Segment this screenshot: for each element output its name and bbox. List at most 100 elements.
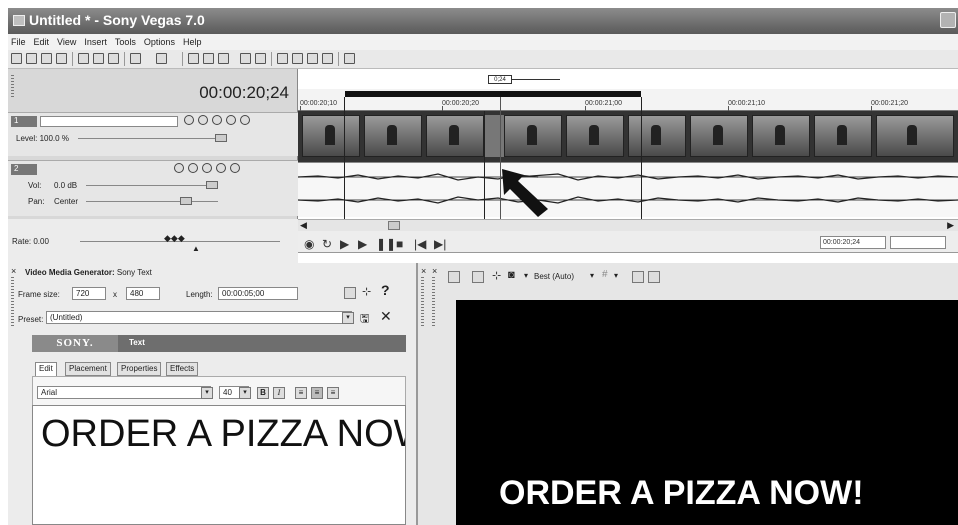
stop-icon[interactable]: ■ <box>396 237 403 251</box>
volume-slider-knob[interactable] <box>206 181 218 189</box>
undo-icon[interactable] <box>130 53 141 64</box>
menu-help[interactable]: Help <box>183 37 202 47</box>
whats-this-help-icon[interactable] <box>344 53 355 64</box>
close-panel-icon[interactable]: × <box>432 266 437 276</box>
frame-width-field[interactable]: 720 <box>72 287 106 300</box>
scroll-right-icon[interactable]: ▶ <box>947 220 954 231</box>
audio-track-lane[interactable] <box>298 162 958 217</box>
solo-icon[interactable] <box>240 115 250 125</box>
cut-icon[interactable] <box>78 53 89 64</box>
close-panel-icon[interactable]: × <box>11 266 16 276</box>
panel-grip[interactable] <box>11 75 14 97</box>
selection-end-field[interactable] <box>890 236 946 249</box>
help-icon[interactable]: ? <box>381 282 390 298</box>
save-preset-icon[interactable]: 🖫 <box>360 310 369 329</box>
quality-dropdown-arrow-icon[interactable]: ▾ <box>590 271 594 280</box>
level-slider-track[interactable] <box>78 138 218 139</box>
save-icon[interactable] <box>41 53 52 64</box>
selection-tool-icon[interactable] <box>307 53 318 64</box>
menu-options[interactable]: Options <box>144 37 175 47</box>
audio-track-header[interactable]: 2 Vol: 0.0 dB Pan: Center <box>8 160 298 216</box>
level-slider-knob[interactable] <box>215 134 227 142</box>
normal-edit-tool-icon[interactable] <box>277 53 288 64</box>
length-field[interactable]: 00:00:05;00 <box>218 287 298 300</box>
panel-grip[interactable] <box>11 277 14 327</box>
open-icon[interactable] <box>26 53 37 64</box>
align-center-icon[interactable]: ≡ <box>311 387 323 399</box>
generator-properties-icon[interactable] <box>344 287 356 299</box>
tab-properties[interactable]: Properties <box>117 362 162 376</box>
save-snapshot-icon[interactable] <box>648 271 660 283</box>
tab-edit[interactable]: Edit <box>35 362 57 377</box>
copy-icon[interactable] <box>93 53 104 64</box>
overlays-icon[interactable]: # <box>602 269 608 280</box>
play-icon[interactable]: ▶ <box>358 237 367 251</box>
loop-playback-icon[interactable]: ↻ <box>322 237 332 251</box>
mute-icon[interactable] <box>216 163 226 173</box>
composite-mode-icon[interactable] <box>212 115 222 125</box>
preset-dropdown-arrow-icon[interactable]: ▾ <box>342 312 354 324</box>
pan-slider-track[interactable] <box>86 201 218 202</box>
split-screen-icon[interactable]: ◙ <box>508 269 515 281</box>
align-left-icon[interactable]: ≡ <box>295 387 307 399</box>
rate-slider-handle-icon[interactable]: ◆◆◆ <box>164 233 185 244</box>
render-icon[interactable] <box>188 53 199 64</box>
menu-edit[interactable]: Edit <box>34 37 50 47</box>
minimize-button[interactable] <box>940 12 956 28</box>
plugin-chain-icon[interactable]: ⊹ <box>362 285 371 298</box>
envelope-tool-icon[interactable] <box>292 53 303 64</box>
tab-effects[interactable]: Effects <box>166 362 199 376</box>
pan-slider-knob[interactable] <box>180 197 192 205</box>
preset-dropdown[interactable]: (Untitled) <box>46 311 352 324</box>
panel-grip[interactable] <box>432 277 435 327</box>
volume-slider-track[interactable] <box>86 185 218 186</box>
go-to-start-icon[interactable]: |◀ <box>414 237 426 251</box>
pause-icon[interactable]: ❚❚ <box>376 237 396 251</box>
record-icon[interactable]: ◉ <box>304 237 314 251</box>
cursor-time-field[interactable]: 00:00:20;24 <box>820 236 886 249</box>
solo-icon[interactable] <box>230 163 240 173</box>
video-fx-icon[interactable]: ⊹ <box>492 269 501 282</box>
copy-snapshot-icon[interactable] <box>632 271 644 283</box>
menu-file[interactable]: File <box>11 37 26 47</box>
menu-view[interactable]: View <box>57 37 76 47</box>
play-from-start-icon[interactable]: ▶ <box>340 237 349 251</box>
align-right-icon[interactable]: ≡ <box>327 387 339 399</box>
panel-grip[interactable] <box>421 277 424 327</box>
scroll-left-icon[interactable]: ◀ <box>300 220 307 231</box>
italic-button[interactable]: I <box>273 387 285 399</box>
go-to-end-icon[interactable]: ▶| <box>434 237 446 251</box>
overlays-dropdown-arrow-icon[interactable]: ▾ <box>614 271 618 280</box>
close-panel-icon[interactable]: × <box>421 266 426 276</box>
paste-icon[interactable] <box>108 53 119 64</box>
track-motion-icon[interactable] <box>184 115 194 125</box>
auto-ripple-icon[interactable] <box>240 53 251 64</box>
frame-height-field[interactable]: 480 <box>126 287 160 300</box>
size-dropdown-arrow-icon[interactable]: ▾ <box>239 387 251 399</box>
video-track-header[interactable]: 1 Level: 100.0 % <box>8 112 298 156</box>
bold-button[interactable]: B <box>257 387 269 399</box>
capture-icon[interactable] <box>203 53 214 64</box>
video-track-lane[interactable] <box>298 111 958 162</box>
font-dropdown[interactable]: Arial <box>37 386 211 399</box>
track-fx-icon[interactable] <box>198 115 208 125</box>
redo-icon[interactable] <box>156 53 167 64</box>
properties-icon[interactable] <box>56 53 67 64</box>
font-dropdown-arrow-icon[interactable]: ▾ <box>201 387 213 399</box>
lock-envelopes-icon[interactable] <box>255 53 266 64</box>
quality-dropdown-arrow-icon[interactable]: ▾ <box>524 271 528 280</box>
text-editor[interactable]: ORDER A PIZZA NOW! <box>32 405 406 525</box>
new-icon[interactable] <box>11 53 22 64</box>
menu-tools[interactable]: Tools <box>115 37 136 47</box>
preview-properties-icon[interactable] <box>448 271 460 283</box>
tab-placement[interactable]: Placement <box>65 362 111 376</box>
track-name-field[interactable] <box>40 116 178 127</box>
delete-preset-icon[interactable]: ✕ <box>380 308 392 325</box>
loop-region-bar[interactable] <box>345 91 641 97</box>
preview-quality-dropdown[interactable]: Best (Auto) <box>534 272 574 281</box>
external-monitor-icon[interactable] <box>472 271 484 283</box>
scrollbar-thumb[interactable] <box>388 221 400 230</box>
invert-phase-icon[interactable] <box>188 163 198 173</box>
mute-icon[interactable] <box>226 115 236 125</box>
record-arm-icon[interactable] <box>174 163 184 173</box>
